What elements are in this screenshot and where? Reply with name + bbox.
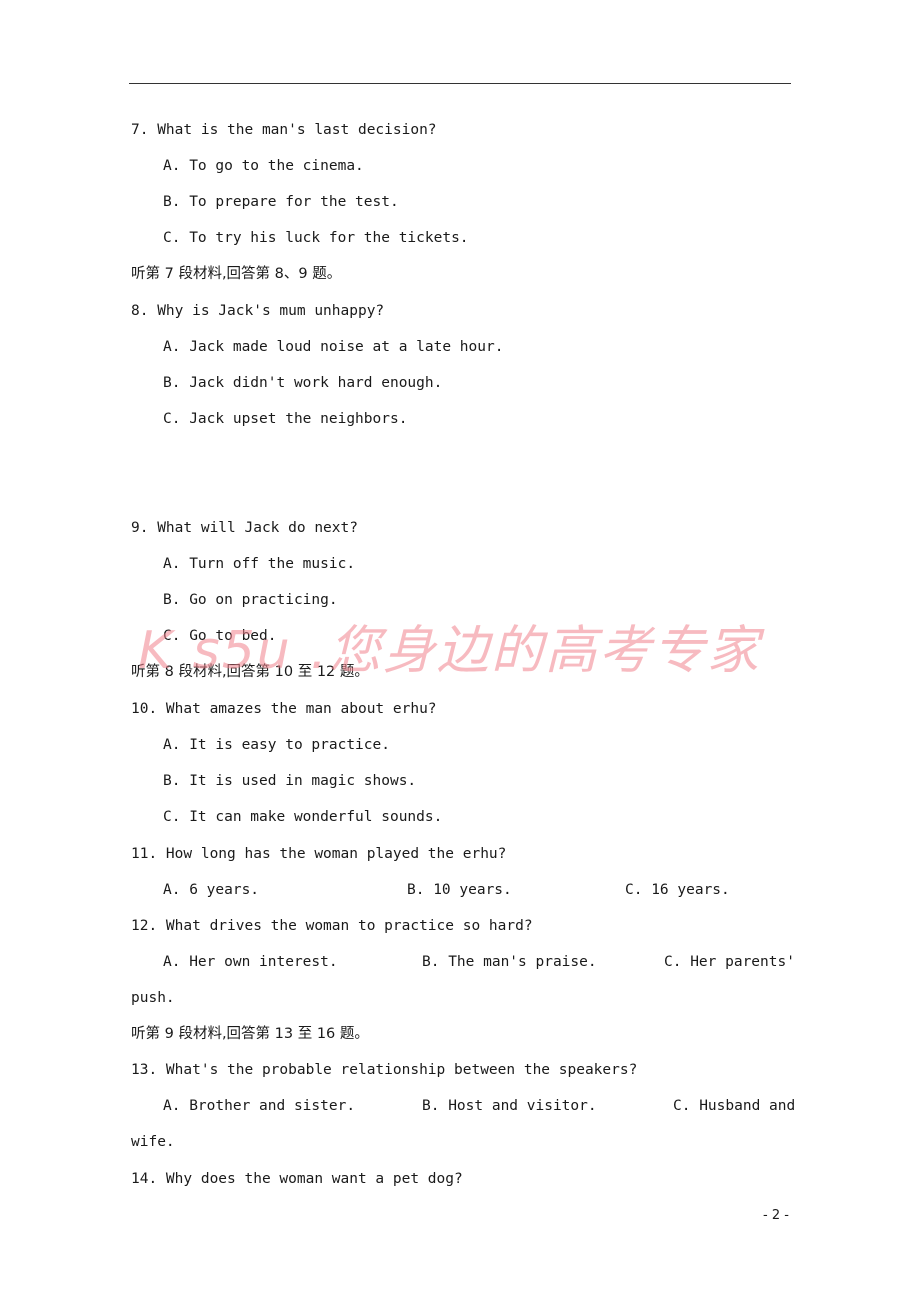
option-8b: B. Jack didn't work hard enough. <box>163 375 443 391</box>
option-10a: A. It is easy to practice. <box>163 737 390 753</box>
option-12b: B. The man's praise. <box>422 954 597 970</box>
option-13b: B. Host and visitor. <box>422 1098 597 1114</box>
question-12: 12. What drives the woman to practice so… <box>131 918 533 934</box>
question-7: 7. What is the man's last decision? <box>131 122 437 138</box>
option-10c: C. It can make wonderful sounds. <box>163 809 443 825</box>
option-7b: B. To prepare for the test. <box>163 194 399 210</box>
option-13c-continued: wife. <box>131 1134 175 1150</box>
option-12c: C. Her parents' <box>664 954 795 970</box>
option-11c: C. 16 years. <box>625 882 730 898</box>
option-13a: A. Brother and sister. <box>163 1098 356 1114</box>
option-7c: C. To try his luck for the tickets. <box>163 230 469 246</box>
option-12a: A. Her own interest. <box>163 954 338 970</box>
option-7a: A. To go to the cinema. <box>163 158 364 174</box>
option-11a: A. 6 years. <box>163 882 260 898</box>
question-11: 11. How long has the woman played the er… <box>131 846 507 862</box>
option-11b: B. 10 years. <box>407 882 512 898</box>
option-10b: B. It is used in magic shows. <box>163 773 417 789</box>
section-instruction-9: 听第 9 段材料,回答第 13 至 16 题。 <box>131 1026 369 1042</box>
section-instruction-8: 听第 8 段材料,回答第 10 至 12 题。 <box>131 664 369 680</box>
option-13c: C. Husband and <box>673 1098 796 1114</box>
question-9: 9. What will Jack do next? <box>131 520 358 536</box>
option-12c-continued: push. <box>131 990 175 1006</box>
option-8a: A. Jack made loud noise at a late hour. <box>163 339 504 355</box>
option-9c: C. Go to bed. <box>163 628 277 644</box>
option-8c: C. Jack upset the neighbors. <box>163 411 408 427</box>
question-14: 14. Why does the woman want a pet dog? <box>131 1171 463 1187</box>
option-9b: B. Go on practicing. <box>163 592 338 608</box>
question-13: 13. What's the probable relationship bet… <box>131 1062 638 1078</box>
question-8: 8. Why is Jack's mum unhappy? <box>131 303 385 319</box>
page-number: - 2 - <box>763 1208 789 1223</box>
question-10: 10. What amazes the man about erhu? <box>131 701 437 717</box>
section-instruction-7: 听第 7 段材料,回答第 8、9 题。 <box>131 266 342 282</box>
option-9a: A. Turn off the music. <box>163 556 356 572</box>
header-rule <box>129 83 791 84</box>
